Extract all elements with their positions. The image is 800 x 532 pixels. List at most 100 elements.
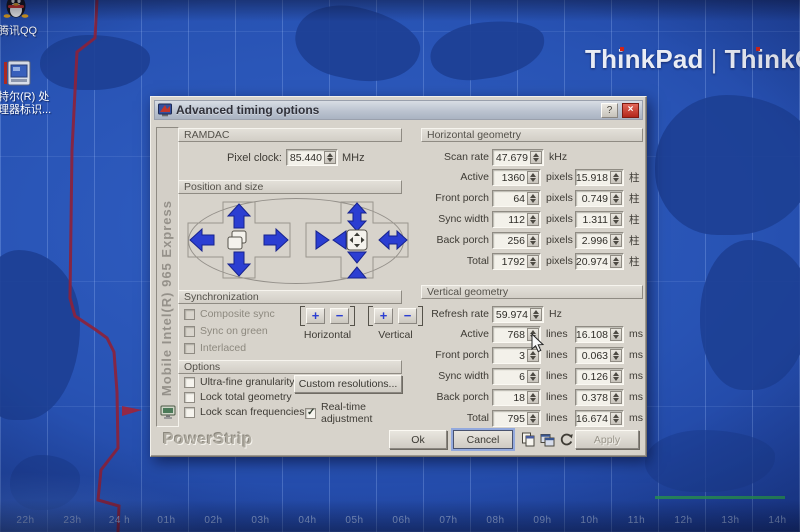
apply-button[interactable]: Apply [575, 430, 639, 449]
brand-thinkpad: ThinkPad [585, 44, 704, 74]
h-active-row: Active 1360 pixels 15.918 柱 [421, 167, 643, 187]
spinner-control[interactable] [527, 255, 539, 268]
move-down-arrow[interactable] [228, 252, 250, 276]
scan-rate-label: Scan rate [421, 151, 489, 163]
h-polarity-minus-button[interactable]: − [330, 308, 349, 324]
help-button[interactable]: ? [601, 103, 618, 118]
spinner-control[interactable] [530, 151, 542, 164]
expand-vertical-arrow[interactable] [348, 203, 366, 231]
pixel-clock-value: 85.440 [290, 152, 322, 164]
move-right-arrow[interactable] [264, 229, 288, 251]
checkbox-composite-sync[interactable] [184, 309, 195, 320]
refresh-rate-input[interactable]: 59.974 [492, 306, 544, 323]
spinner-control[interactable] [610, 234, 622, 247]
move-left-arrow[interactable] [190, 229, 214, 251]
checkbox-label: Real-time adjustment [321, 401, 402, 425]
shrink-horizontal-arrow[interactable] [316, 231, 346, 249]
checkbox-lock-total-geometry[interactable] [184, 392, 195, 403]
h-back-porch-pixels-input[interactable]: 256 [492, 232, 541, 249]
v-front-porch-time-input[interactable]: 0.063 [575, 347, 624, 364]
spinner-control[interactable] [530, 308, 542, 321]
checkbox-interlaced[interactable] [184, 343, 195, 354]
h-polarity-plus-button[interactable]: + [306, 308, 325, 324]
spinner-control[interactable] [610, 412, 622, 425]
v-polarity-plus-button[interactable]: + [374, 308, 393, 324]
v-sync-width-lines-input[interactable]: 6 [492, 368, 541, 385]
shrink-vertical-arrow[interactable] [348, 252, 366, 278]
v-total-lines-input[interactable]: 795 [492, 410, 541, 427]
pixel-clock-input[interactable]: 85.440 [286, 149, 338, 166]
wallpaper-brand: ThinkPad|ThinkCentre [585, 44, 800, 75]
save-settings-button[interactable] [539, 432, 555, 448]
spinner-control[interactable] [610, 171, 622, 184]
spinner-control[interactable] [527, 192, 539, 205]
timezone-label: 02h [190, 515, 237, 526]
ok-button[interactable]: Ok [389, 430, 447, 449]
spinner-control[interactable] [610, 349, 622, 362]
spinner-control[interactable] [610, 255, 622, 268]
v-back-porch-lines-input[interactable]: 18 [492, 389, 541, 406]
field-label: Total [421, 255, 489, 267]
h-front-porch-time-input[interactable]: 0.749 [575, 190, 624, 207]
spinner-control[interactable] [527, 213, 539, 226]
cancel-button[interactable]: Cancel [453, 430, 513, 449]
group-title: Position and size [178, 180, 402, 194]
brand-red-dot [756, 47, 760, 51]
expand-horizontal-arrow[interactable] [379, 231, 407, 249]
advanced-timing-options-dialog: Advanced timing options ? × Mobile Intel… [150, 96, 647, 457]
close-icon: × [628, 104, 634, 115]
checkbox-real-time-adjustment[interactable] [305, 408, 316, 419]
v-polarity-minus-button[interactable]: − [398, 308, 417, 324]
group-options: Options Ultra-fine granularity Lock tota… [178, 360, 402, 422]
h-sync-width-time-input[interactable]: 1.311 [575, 211, 624, 228]
spinner-control[interactable] [610, 370, 622, 383]
spinner-control[interactable] [527, 370, 539, 383]
field-value: 112 [508, 214, 525, 226]
powerstrip-brand: PowerStrip [163, 431, 252, 449]
h-total-time-input[interactable]: 20.974 [575, 253, 624, 270]
checkbox-lock-scan-frequencies[interactable] [184, 407, 195, 418]
h-front-porch-pixels-input[interactable]: 64 [492, 190, 541, 207]
v-total-time-input[interactable]: 16.674 [575, 410, 624, 427]
field-value: 256 [507, 235, 525, 247]
h-total-pixels-input[interactable]: 1792 [492, 253, 541, 270]
h-active-time-input[interactable]: 15.918 [575, 169, 624, 186]
custom-resolutions-button[interactable]: Custom resolutions... [294, 375, 402, 393]
brand-thinkcentre: ThinkCentre [725, 44, 800, 74]
h-back-porch-time-input[interactable]: 2.996 [575, 232, 624, 249]
dialog-titlebar[interactable]: Advanced timing options ? × [154, 100, 643, 120]
v-back-porch-time-input[interactable]: 0.378 [575, 389, 624, 406]
field-value: 18 [513, 392, 525, 404]
spinner-control[interactable] [610, 213, 622, 226]
spinner-control[interactable] [527, 412, 539, 425]
spinner-control[interactable] [324, 151, 336, 164]
spinner-control[interactable] [527, 171, 539, 184]
v-sync-width-time-input[interactable]: 0.126 [575, 368, 624, 385]
h-front-porch-row: Front porch 64 pixels 0.749 柱 [421, 188, 643, 208]
checkbox-ultra-fine-granularity[interactable] [184, 377, 195, 388]
spinner-control[interactable] [610, 391, 622, 404]
spinner-control[interactable] [527, 391, 539, 404]
horizontal-label: Horizontal [300, 329, 355, 341]
spinner-control[interactable] [610, 328, 622, 341]
timezone-label: 12h [660, 515, 707, 526]
desktop-icon-intel-processor-id[interactable]: 特尔(R) 处 理器标识... [3, 60, 59, 117]
paste-settings-button[interactable] [520, 432, 536, 448]
timezone-label: 13h [707, 515, 754, 526]
v-active-time-input[interactable]: 16.108 [575, 326, 624, 343]
spinner-control[interactable] [527, 234, 539, 247]
spinner-control[interactable] [610, 192, 622, 205]
desktop-icon-qq[interactable]: 腾讯QQ [3, 0, 59, 38]
checkbox-sync-on-green[interactable] [184, 326, 195, 337]
move-up-arrow[interactable] [228, 204, 250, 228]
close-button[interactable]: × [622, 103, 639, 118]
group-ramdac: RAMDAC Pixel clock: 85.440 MHz [178, 128, 402, 176]
scan-rate-input[interactable]: 47.679 [492, 149, 544, 166]
group-position-size: Position and size [178, 180, 402, 287]
reset-button[interactable] [558, 432, 574, 448]
field-value: 795 [507, 413, 525, 425]
h-sync-width-pixels-input[interactable]: 112 [492, 211, 541, 228]
size-center-icon [347, 230, 367, 250]
h-active-pixels-input[interactable]: 1360 [492, 169, 541, 186]
timezone-label: 23h [49, 515, 96, 526]
